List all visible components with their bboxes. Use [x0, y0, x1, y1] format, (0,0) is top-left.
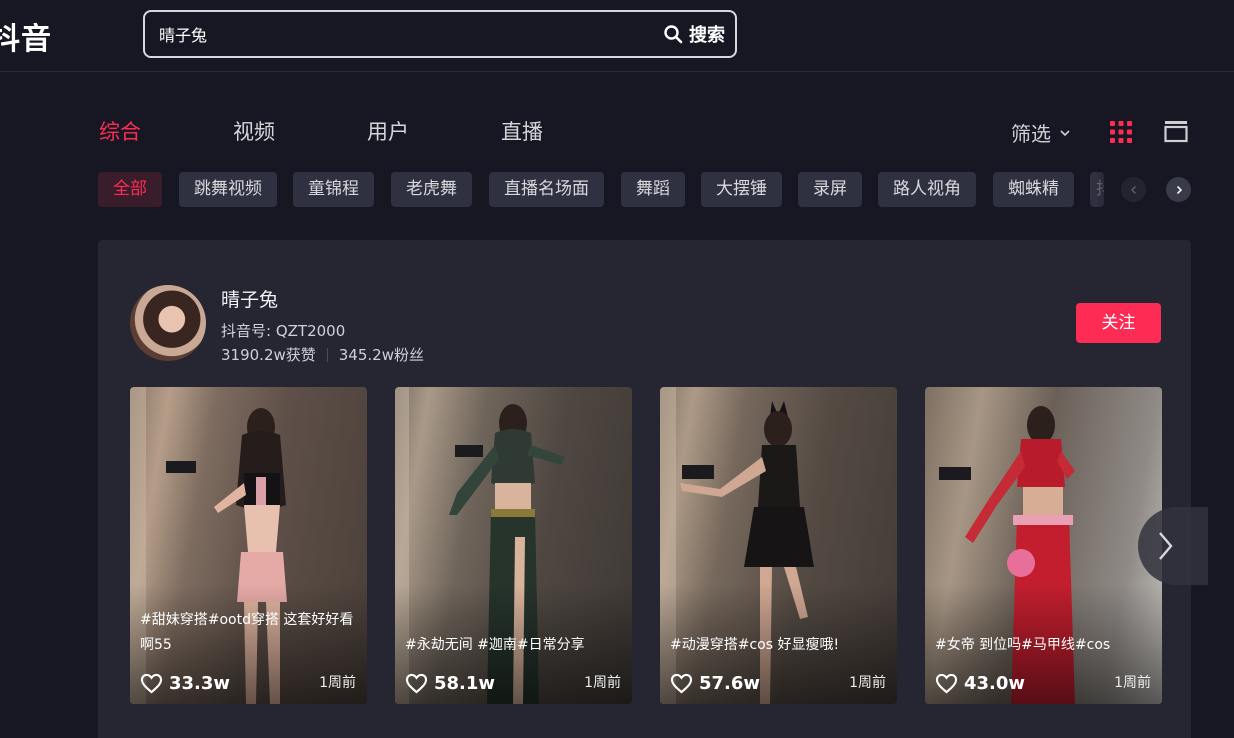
chip-tong-jincheng[interactable]: 童锦程	[293, 172, 374, 207]
filter-label: 筛选	[1011, 122, 1051, 146]
heart-icon	[405, 673, 428, 694]
chip-live-highlights[interactable]: 直播名场面	[489, 172, 604, 207]
video-time: 1周前	[319, 675, 356, 691]
video-time: 1周前	[849, 675, 886, 691]
search-box: 搜索	[143, 10, 737, 58]
video-time: 1周前	[584, 675, 621, 691]
chip-tiger-dance[interactable]: 老虎舞	[391, 172, 472, 207]
search-icon	[664, 25, 683, 44]
video-time: 1周前	[1114, 675, 1151, 691]
video-card[interactable]: #永劫无间 #迦南#日常分享 58.1w 1周前	[395, 387, 632, 704]
grid-view-icon[interactable]	[1109, 120, 1133, 144]
follow-button[interactable]: 关注	[1076, 303, 1161, 343]
search-button[interactable]: 搜索	[663, 21, 725, 47]
chips-next-button[interactable]	[1166, 177, 1191, 202]
chip-spider-spirit[interactable]: 蜘蛛精	[993, 172, 1074, 207]
chip-dance-video[interactable]: 跳舞视频	[179, 172, 277, 207]
search-input[interactable]	[159, 20, 639, 48]
chips-prev-button[interactable]	[1121, 177, 1146, 202]
video-likes: 43.0w	[935, 673, 1025, 694]
chevron-down-icon	[1060, 129, 1070, 136]
video-card[interactable]: #动漫穿搭#cos 好显瘦哦! 57.6w 1周前	[660, 387, 897, 704]
search-button-label: 搜索	[689, 25, 725, 46]
tab-users[interactable]: 用户	[367, 116, 409, 146]
heart-icon	[140, 673, 163, 694]
video-caption: #女帝 到位吗#马甲线#cos	[935, 637, 1111, 653]
tab-live[interactable]: 直播	[501, 116, 543, 146]
chip-dance[interactable]: 舞蹈	[621, 172, 685, 207]
top-bar: 抖音 搜索	[0, 0, 1234, 72]
video-caption: #动漫穿搭#cos 好显瘦哦!	[670, 637, 840, 653]
chip-passerby-view[interactable]: 路人视角	[878, 172, 976, 207]
tab-videos[interactable]: 视频	[233, 116, 275, 146]
douyin-id: 抖音号: QZT2000	[221, 322, 346, 340]
chip-pendulum[interactable]: 大摆锤	[701, 172, 782, 207]
chip-screen-record[interactable]: 录屏	[798, 172, 862, 207]
video-likes-count: 57.6w	[699, 673, 761, 694]
heart-icon	[670, 673, 693, 694]
user-stats: 3190.2w获赞 345.2w粉丝	[221, 344, 424, 365]
user-name[interactable]: 晴子兔	[221, 285, 278, 312]
video-caption: #甜妹穿搭#ootd穿搭 这套好好看啊55	[140, 612, 354, 653]
avatar[interactable]	[130, 285, 206, 361]
filter-dropdown[interactable]: 筛选	[1011, 118, 1071, 147]
likes-count: 3190.2w获赞	[221, 346, 316, 364]
video-likes-count: 33.3w	[169, 673, 231, 694]
video-card[interactable]: #甜妹穿搭#ootd穿搭 这套好好看啊55 33.3w 1周前	[130, 387, 367, 704]
user-card[interactable]: 晴子兔 抖音号: QZT2000 3190.2w获赞 345.2w粉丝 关注 #…	[98, 240, 1191, 738]
video-likes: 57.6w	[670, 673, 760, 694]
heart-icon	[935, 673, 958, 694]
video-card[interactable]: #女帝 到位吗#马甲线#cos 43.0w 1周前	[925, 387, 1162, 704]
chevron-right-icon	[1176, 185, 1182, 194]
douyin-logo[interactable]: 抖音	[0, 14, 52, 58]
chip-all[interactable]: 全部	[98, 172, 162, 207]
video-likes-count: 58.1w	[434, 673, 496, 694]
chevron-right-icon	[1159, 532, 1173, 560]
video-likes-count: 43.0w	[964, 673, 1026, 694]
fans-count: 345.2w粉丝	[338, 346, 424, 364]
chevron-left-icon	[1130, 185, 1136, 194]
stat-divider	[326, 347, 328, 362]
video-likes: 33.3w	[140, 673, 230, 694]
list-view-icon[interactable]	[1163, 119, 1189, 143]
tab-comprehensive[interactable]: 综合	[99, 116, 141, 146]
videos-next-button[interactable]	[1138, 507, 1208, 585]
video-caption: #永劫无间 #迦南#日常分享	[405, 637, 585, 653]
video-likes: 58.1w	[405, 673, 495, 694]
